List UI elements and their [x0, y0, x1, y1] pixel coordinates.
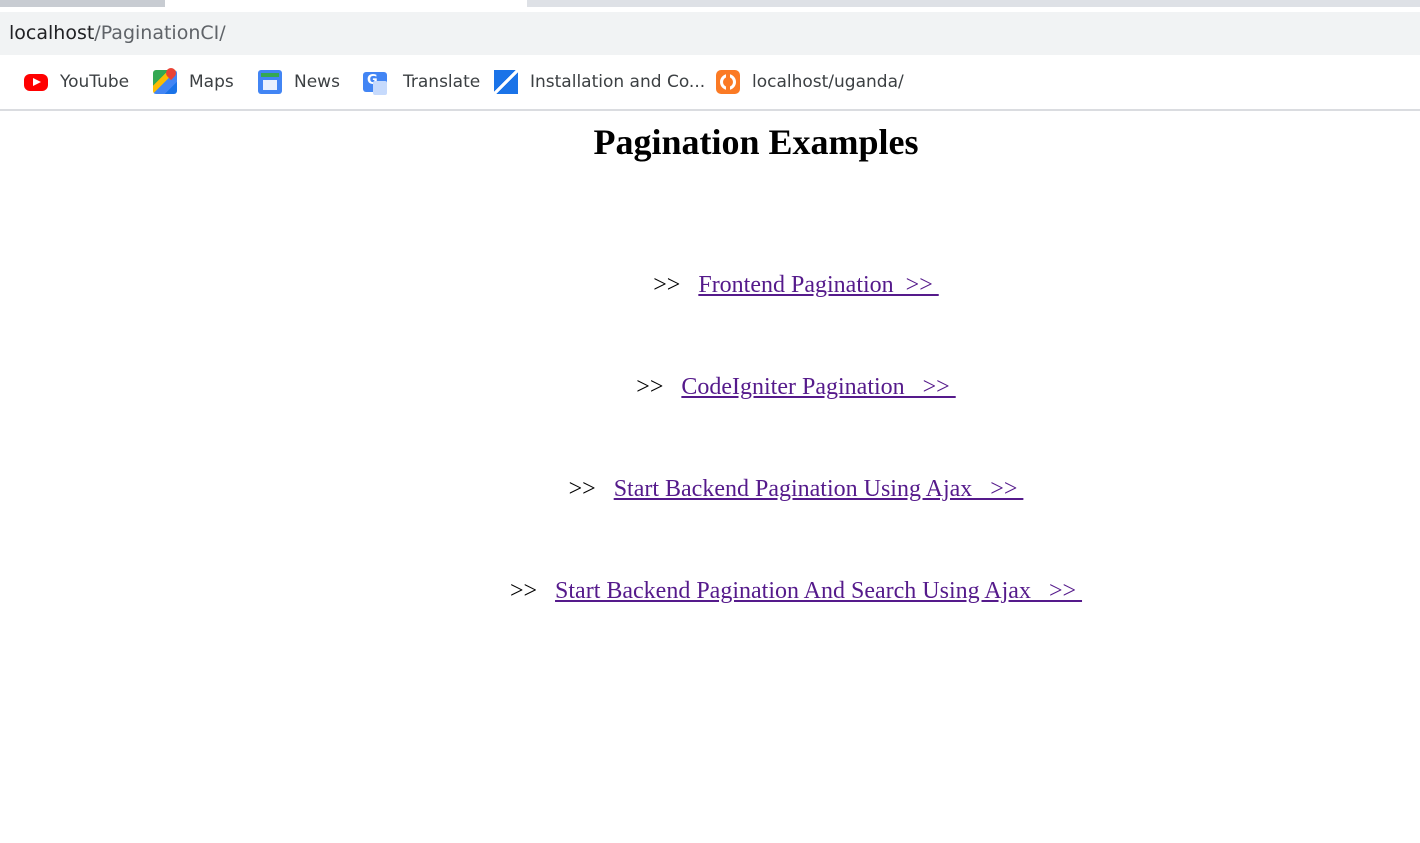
codeigniter-pagination-link[interactable]: CodeIgniter Pagination >>	[681, 374, 955, 400]
address-bar[interactable]: localhost/PaginationCI/	[0, 12, 1420, 55]
bookmark-installation[interactable]: Installation and Co...	[494, 56, 705, 108]
link-prefix: >>	[653, 272, 699, 298]
maps-icon	[153, 70, 177, 94]
bookmark-maps[interactable]: Maps	[153, 56, 234, 108]
link-row-backend-search-ajax: >> Start Backend Pagination And Search U…	[0, 551, 1420, 632]
bookmark-translate[interactable]: Translate	[363, 56, 480, 108]
page-title: Pagination Examples	[593, 122, 919, 162]
bookmark-label: News	[294, 72, 340, 92]
bookmark-youtube[interactable]: YouTube	[24, 56, 129, 108]
address-path: /PaginationCI/	[94, 22, 226, 44]
bookmark-label: YouTube	[60, 72, 130, 92]
bookmark-label: Maps	[189, 72, 234, 92]
bookmark-label: Installation and Co...	[530, 72, 706, 92]
xampp-icon	[716, 70, 740, 94]
frontend-pagination-link[interactable]: Frontend Pagination >>	[698, 272, 938, 298]
link-prefix: >>	[509, 578, 556, 604]
bookmarks-bar: YouTube Maps News Translate Installation…	[0, 56, 1420, 111]
address-host: localhost	[9, 22, 95, 44]
bookmark-label: localhost/uganda/	[752, 72, 904, 92]
active-tab[interactable]	[165, 0, 527, 7]
bookmark-news[interactable]: News	[258, 56, 340, 108]
link-row-codeigniter: >> CodeIgniter Pagination >>	[0, 347, 1420, 428]
bookmark-label: Translate	[403, 72, 481, 92]
link-row-frontend: >> Frontend Pagination >>	[0, 245, 1420, 326]
link-row-backend-ajax: >> Start Backend Pagination Using Ajax >…	[0, 449, 1420, 530]
page-content: Pagination Examples >> Frontend Paginati…	[0, 111, 1420, 843]
backend-search-ajax-pagination-link[interactable]: Start Backend Pagination And Search Usin…	[555, 578, 1082, 604]
tab-strip	[0, 0, 1420, 7]
bookmark-localhost-uganda[interactable]: localhost/uganda/	[716, 56, 904, 108]
news-icon	[258, 70, 282, 94]
link-prefix: >>	[636, 374, 682, 400]
translate-icon	[363, 72, 387, 95]
link-prefix: >>	[568, 476, 614, 502]
inactive-tab[interactable]	[0, 0, 165, 7]
zendesk-icon	[494, 70, 518, 94]
backend-ajax-pagination-link[interactable]: Start Backend Pagination Using Ajax >>	[614, 476, 1024, 502]
youtube-icon	[24, 73, 48, 91]
